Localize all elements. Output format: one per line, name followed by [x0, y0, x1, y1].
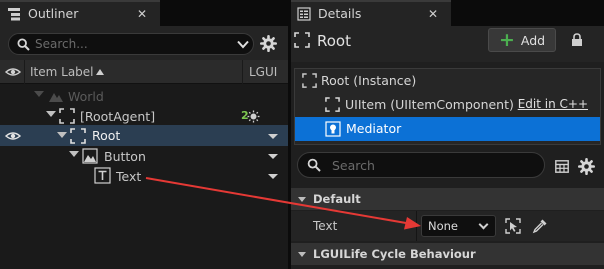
outliner-icon	[8, 8, 20, 21]
category-default[interactable]: Default	[291, 188, 604, 210]
asset-picker-value: None	[428, 219, 459, 233]
lgui-column[interactable]: LGUI	[249, 65, 277, 79]
dropdown-arrow-icon[interactable]	[268, 154, 278, 159]
outliner-tab-title: Outliner	[28, 6, 79, 21]
text-icon	[94, 167, 111, 184]
tree-row-label: World	[68, 89, 104, 104]
close-icon[interactable]: ✕	[428, 7, 438, 21]
eye-icon[interactable]	[5, 67, 21, 77]
details-title: Root	[317, 32, 351, 50]
tree-row-text[interactable]: Text	[0, 166, 288, 186]
outliner-toolbar	[0, 26, 288, 60]
outliner-column-header: Item Label LGUI	[0, 60, 288, 84]
ui-item-icon	[325, 97, 340, 112]
outliner-tab[interactable]: Outliner ✕	[0, 0, 160, 26]
details-search[interactable]	[297, 152, 545, 178]
eye-icon[interactable]	[5, 131, 21, 141]
component-label: UIItem (UIItemComponent)	[345, 97, 514, 112]
dropdown-arrow-icon[interactable]	[268, 174, 278, 179]
component-mediator[interactable]: Mediator	[295, 117, 600, 141]
components-panel: Root (Instance) UIItem (UIItemComponent)…	[294, 68, 601, 145]
component-root-instance[interactable]: Root (Instance)	[295, 69, 600, 93]
edit-in-cpp-link[interactable]: Edit in C++	[518, 97, 588, 111]
ui-item-icon	[302, 73, 317, 88]
lock-icon[interactable]	[571, 33, 583, 47]
tree-row-label: [RootAgent]	[80, 109, 156, 124]
category-label: Default	[313, 192, 361, 206]
browse-icon[interactable]	[505, 218, 521, 234]
search-icon	[307, 158, 321, 172]
tree-row-world[interactable]: World	[0, 86, 288, 106]
expand-arrow-icon[interactable]	[57, 132, 67, 138]
tree-row-root[interactable]: Root	[0, 125, 288, 146]
ui-item-icon	[70, 128, 86, 144]
details-tab[interactable]: Details ✕	[291, 0, 451, 26]
chevron-down-icon[interactable]	[237, 40, 249, 49]
expand-arrow-icon[interactable]	[34, 91, 44, 97]
property-row-text: Text None	[291, 211, 604, 241]
component-label: Root (Instance)	[321, 73, 417, 88]
column-divider	[242, 60, 243, 84]
button-icon	[82, 148, 98, 164]
outliner-search-input[interactable]	[35, 36, 225, 52]
expand-arrow-icon[interactable]	[46, 111, 56, 117]
plus-icon: +	[498, 28, 515, 51]
component-uiitem[interactable]: UIItem (UIItemComponent) Edit in C++	[295, 93, 600, 117]
gear-icon[interactable]	[260, 35, 277, 52]
ui-item-icon	[294, 32, 310, 48]
dropdown-arrow-icon[interactable]	[268, 134, 278, 139]
sun-icon	[247, 110, 260, 123]
details-header: Root + Add	[291, 26, 604, 62]
expand-arrow-icon[interactable]	[69, 151, 79, 157]
asset-picker-combo[interactable]: None	[421, 215, 496, 237]
outliner-tab-bar: Outliner ✕	[0, 0, 288, 26]
table-view-icon[interactable]	[555, 160, 569, 173]
close-icon[interactable]: ✕	[137, 7, 147, 21]
collapse-arrow-icon[interactable]	[298, 252, 306, 257]
details-panel: Details ✕ Root + Add Root (Instance) UII…	[291, 0, 604, 269]
add-button-label: Add	[520, 32, 546, 48]
details-tab-title: Details	[318, 6, 362, 21]
sort-ascending-icon[interactable]	[96, 69, 104, 75]
property-name: Text	[313, 219, 338, 233]
world-icon	[49, 93, 63, 102]
tree-row-label: Root	[92, 128, 121, 143]
tree-row-label: Button	[104, 149, 146, 164]
ui-item-icon	[59, 108, 75, 124]
tree-row-rootagent[interactable]: [RootAgent] 2	[0, 106, 288, 126]
search-icon	[17, 38, 30, 51]
outliner-search[interactable]	[8, 33, 254, 55]
details-icon	[297, 7, 311, 21]
property-column-divider[interactable]	[416, 211, 417, 241]
category-lgui-life-cycle[interactable]: LGUILife Cycle Behaviour	[291, 243, 604, 265]
outliner-panel: Outliner ✕ Search... Item Label LGUI Wor…	[0, 0, 288, 269]
collapse-arrow-icon[interactable]	[298, 197, 306, 202]
component-label: Mediator	[346, 121, 402, 136]
gear-icon[interactable]	[578, 158, 595, 175]
item-label-column[interactable]: Item Label	[30, 65, 94, 79]
details-search-input[interactable]	[332, 157, 532, 173]
chevron-down-icon	[478, 219, 489, 230]
mediator-icon	[325, 121, 341, 137]
details-tab-bar: Details ✕	[291, 0, 604, 26]
category-label: LGUILife Cycle Behaviour	[313, 247, 476, 261]
eyedropper-icon[interactable]	[532, 218, 548, 234]
tree-row-label: Text	[116, 169, 142, 184]
column-divider	[24, 60, 25, 84]
add-button[interactable]: + Add	[488, 28, 556, 52]
tree-row-button[interactable]: Button	[0, 146, 288, 166]
